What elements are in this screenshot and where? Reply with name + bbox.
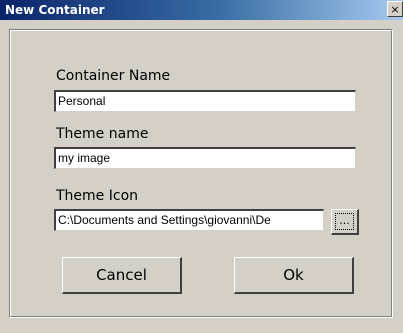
dialog-window: New Container × Container Name Personal … xyxy=(0,0,403,333)
ellipsis-icon: ... xyxy=(339,214,350,227)
container-name-label: Container Name xyxy=(56,68,171,84)
browse-button[interactable]: ... xyxy=(331,209,359,235)
cancel-button[interactable]: Cancel xyxy=(62,257,182,294)
window-title: New Container xyxy=(5,3,105,17)
theme-name-label: Theme name xyxy=(56,126,149,142)
container-name-field[interactable]: Personal xyxy=(54,90,356,112)
ok-button[interactable]: Ok xyxy=(234,257,354,294)
title-bar[interactable]: New Container × xyxy=(0,0,403,20)
theme-icon-label: Theme Icon xyxy=(56,188,139,204)
theme-name-field[interactable]: my image xyxy=(54,147,356,169)
theme-icon-path-field[interactable]: C:\Documents and Settings\giovanni\De xyxy=(54,209,324,231)
close-button[interactable]: × xyxy=(387,1,403,17)
close-icon: × xyxy=(390,3,400,16)
